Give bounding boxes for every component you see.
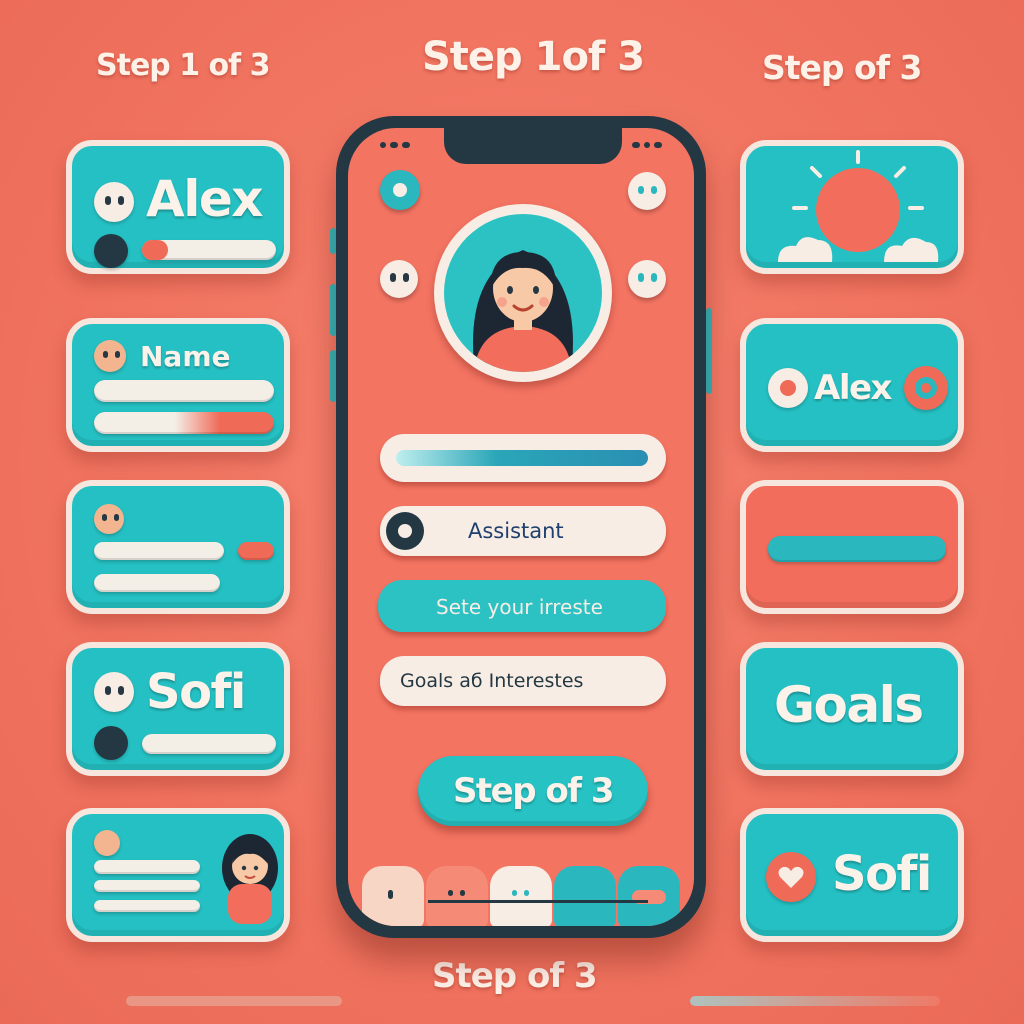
phone-side-button bbox=[706, 308, 712, 394]
name-progress-bar bbox=[94, 412, 274, 434]
phone-screen: Assistant Sete your irreste Goals аб Int… bbox=[348, 128, 694, 926]
record-button-icon[interactable] bbox=[904, 366, 948, 410]
heart-icon bbox=[766, 852, 816, 902]
dock-tile[interactable] bbox=[362, 866, 424, 926]
smiley-icon bbox=[94, 504, 124, 534]
assistant-label: Assistant bbox=[468, 519, 564, 543]
sun-icon bbox=[768, 146, 948, 274]
settings-icon[interactable] bbox=[628, 172, 666, 210]
status-icons bbox=[380, 142, 410, 148]
step-label-top-center: Step 1of 3 bbox=[422, 34, 645, 80]
card-name: Sofi bbox=[832, 846, 932, 902]
toggle-knob-icon bbox=[94, 726, 128, 760]
right-card-alex[interactable]: Alex bbox=[740, 318, 964, 452]
decor-bar bbox=[690, 996, 940, 1006]
back-icon[interactable] bbox=[380, 170, 420, 210]
dock-bar bbox=[428, 900, 648, 903]
teal-bar bbox=[768, 536, 946, 562]
dock-tile[interactable] bbox=[618, 866, 680, 926]
phone-notch bbox=[444, 128, 622, 164]
profile-line bbox=[94, 860, 200, 874]
profile-line bbox=[94, 900, 200, 912]
profile-line bbox=[94, 880, 200, 892]
avatar bbox=[434, 204, 612, 382]
smiley-icon bbox=[94, 672, 134, 712]
smiley-icon[interactable] bbox=[380, 260, 418, 298]
select-interests-button[interactable]: Sete your irreste bbox=[378, 580, 666, 632]
dock-tile[interactable] bbox=[426, 866, 488, 926]
step-label-top-left: Step 1 of 3 bbox=[96, 48, 271, 83]
name-input-bar[interactable] bbox=[94, 380, 274, 402]
left-card-profile[interactable] bbox=[66, 808, 290, 942]
assistant-field[interactable]: Assistant bbox=[380, 506, 666, 556]
card-title: Goals bbox=[774, 676, 924, 734]
toggle-knob-icon bbox=[94, 234, 128, 268]
next-step-button[interactable]: Step of 3 bbox=[418, 756, 648, 826]
goals-interests-field[interactable]: Goals аб Interestes bbox=[380, 656, 666, 706]
left-card-form[interactable] bbox=[66, 480, 290, 614]
smiley-icon bbox=[94, 830, 120, 856]
phone-frame: Assistant Sete your irreste Goals аб Int… bbox=[336, 116, 706, 938]
right-card-goals[interactable]: Goals bbox=[740, 642, 964, 776]
right-card-sun[interactable] bbox=[740, 140, 964, 274]
goals-label: Goals аб Interestes bbox=[400, 670, 584, 692]
status-icons bbox=[632, 142, 662, 148]
name-input[interactable] bbox=[380, 434, 666, 482]
assistant-icon bbox=[386, 512, 424, 550]
card-name: Alex bbox=[814, 368, 892, 408]
form-toggle[interactable] bbox=[238, 542, 274, 560]
right-card-sofi[interactable]: Sofi bbox=[740, 808, 964, 942]
right-card-bar[interactable] bbox=[740, 480, 964, 614]
left-card-sofi[interactable]: Sofi bbox=[66, 642, 290, 776]
smiley-icon[interactable] bbox=[628, 260, 666, 298]
card-name: Alex bbox=[146, 170, 264, 228]
progress-bar bbox=[142, 734, 276, 754]
dock-tile[interactable] bbox=[554, 866, 616, 926]
record-icon bbox=[768, 368, 808, 408]
left-card-name[interactable]: Name bbox=[66, 318, 290, 452]
form-line bbox=[94, 574, 220, 592]
smiley-icon bbox=[94, 340, 126, 372]
dock-tile[interactable] bbox=[490, 866, 552, 926]
card-name: Sofi bbox=[146, 664, 246, 720]
card-label: Name bbox=[140, 340, 231, 373]
step-label-bottom: Step of 3 bbox=[432, 956, 598, 996]
step-label-top-right: Step of 3 bbox=[762, 48, 923, 87]
avatar-icon bbox=[218, 824, 282, 924]
decor-bar bbox=[126, 996, 342, 1006]
smiley-icon bbox=[94, 182, 134, 222]
form-line bbox=[94, 542, 224, 560]
left-card-alex[interactable]: Alex bbox=[66, 140, 290, 274]
select-label: Sete your irreste bbox=[436, 595, 603, 619]
progress-bar bbox=[142, 240, 276, 260]
